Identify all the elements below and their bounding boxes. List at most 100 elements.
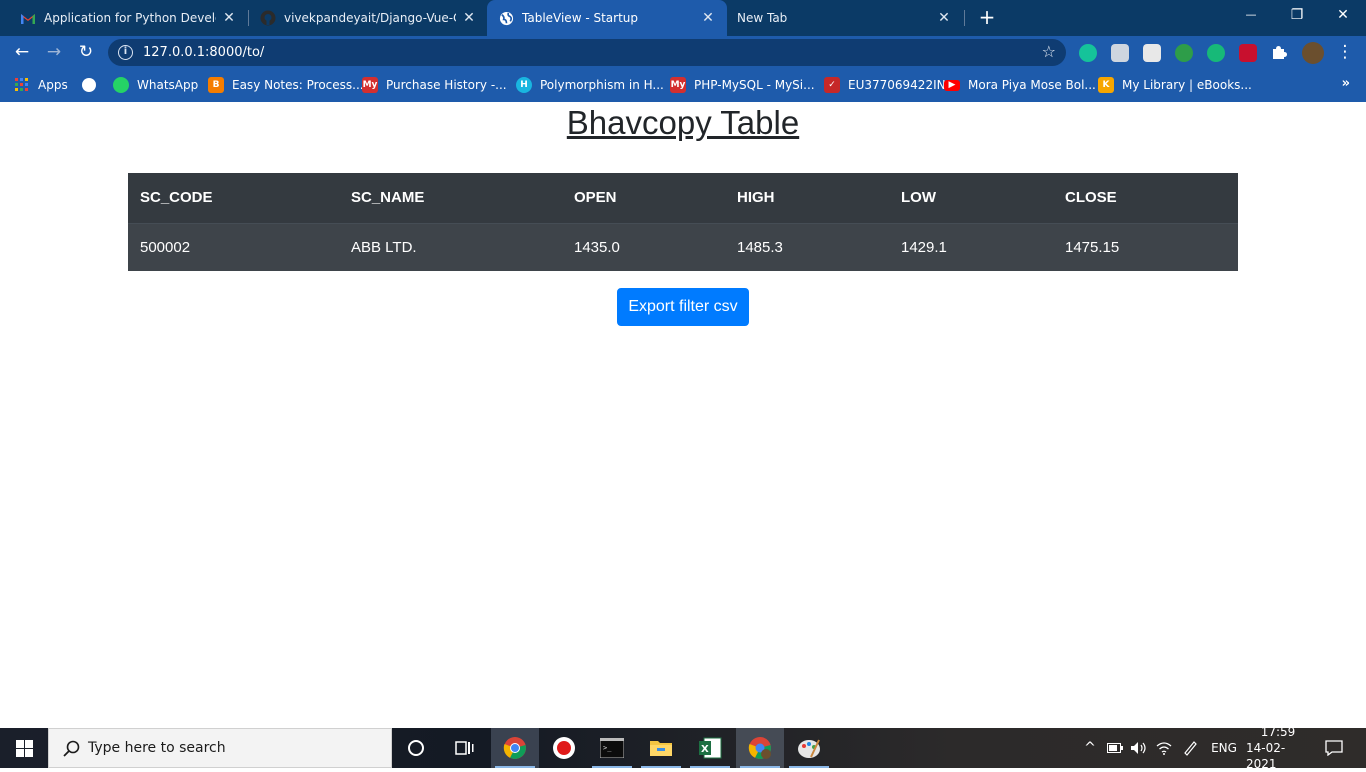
adobe-acrobat-icon[interactable]	[1239, 44, 1257, 62]
forward-button[interactable]: →	[42, 40, 66, 64]
bookmark-purchase-history[interactable]: My Purchase History -...	[362, 76, 507, 94]
volume-icon[interactable]	[1128, 728, 1150, 768]
wifi-icon[interactable]	[1153, 728, 1175, 768]
youtube-icon: ▶	[944, 79, 960, 91]
tab-close-icon[interactable]: ✕	[216, 10, 242, 26]
bookmark-tracking[interactable]: ✓ EU377069422IN	[824, 76, 946, 94]
grammarly-icon[interactable]	[1079, 44, 1097, 62]
bookmark-label: My Library | eBooks...	[1122, 78, 1252, 92]
svg-text:X: X	[701, 744, 709, 755]
bookmark-label: Apps	[38, 78, 68, 92]
taskbar-chrome-profile[interactable]	[736, 728, 784, 768]
terminal-icon: >_	[600, 738, 624, 758]
bookmark-label: Mora Piya Mose Bol...	[968, 78, 1096, 92]
my-icon: My	[670, 77, 686, 93]
chrome-icon	[503, 737, 526, 759]
bookmark-easy-notes[interactable]: B Easy Notes: Process...	[208, 76, 364, 94]
notification-center-button[interactable]	[1316, 728, 1352, 768]
column-header: HIGH	[725, 173, 889, 224]
new-tab-button[interactable]: +	[976, 4, 998, 30]
cortana-icon	[408, 740, 424, 756]
tab-newtab[interactable]: New Tab ✕	[727, 0, 963, 36]
column-header: LOW	[889, 173, 1053, 224]
taskbar-paint[interactable]	[785, 728, 833, 768]
restore-button[interactable]: ❐	[1274, 0, 1320, 30]
bookmark-php-mysql[interactable]: My PHP-MySQL - MySi...	[670, 76, 815, 94]
minimize-button[interactable]: —	[1228, 0, 1274, 30]
my-icon: My	[362, 77, 378, 93]
tab-github[interactable]: vivekpandeyait/Django-Vue-CSV ✕	[240, 0, 488, 36]
taskbar-terminal[interactable]: >_	[588, 728, 636, 768]
tab-title: vivekpandeyait/Django-Vue-CSV	[284, 11, 456, 25]
extension-badge-icon[interactable]	[1207, 44, 1225, 62]
notification-icon	[1325, 740, 1343, 756]
column-header: SC_CODE	[128, 173, 339, 224]
tab-tableview[interactable]: TableView - Startup ✕	[487, 0, 727, 36]
bookmark-polymorphism[interactable]: H Polymorphism in H...	[516, 76, 664, 94]
table-header-row: SC_CODE SC_NAME OPEN HIGH LOW CLOSE	[128, 173, 1238, 224]
tab-close-icon[interactable]: ✕	[931, 10, 957, 26]
pen-icon[interactable]	[1178, 728, 1202, 768]
bookmark-my-library[interactable]: K My Library | eBooks...	[1098, 76, 1252, 94]
extension-globe-icon[interactable]	[1175, 44, 1193, 62]
column-header: OPEN	[562, 173, 725, 224]
column-header: SC_NAME	[339, 173, 562, 224]
record-icon	[553, 737, 575, 759]
bookmark-star-icon[interactable]: ☆	[1042, 42, 1056, 61]
taskbar-recorder[interactable]	[540, 728, 588, 768]
bookmark-globe[interactable]	[82, 76, 104, 94]
tab-close-icon[interactable]: ✕	[456, 10, 482, 26]
table-cell: 1435.0	[562, 223, 725, 271]
tab-strip: Application for Python Developer ✕ vivek…	[0, 0, 1366, 36]
excel-icon: X	[699, 737, 722, 759]
apps-grid-icon	[14, 77, 30, 93]
bookmark-label: Polymorphism in H...	[540, 78, 664, 92]
url-text[interactable]: 127.0.0.1:8000/to/	[143, 45, 264, 60]
browser-menu-icon[interactable]: ⋮	[1333, 40, 1357, 64]
task-view-button[interactable]	[440, 728, 488, 768]
extension-cube-icon[interactable]	[1111, 44, 1129, 62]
extensions-puzzle-icon[interactable]	[1271, 44, 1289, 62]
taskbar-chrome[interactable]	[491, 728, 539, 768]
bookmarks-bar: Apps WhatsApp B Easy Notes: Process... M…	[0, 68, 1366, 102]
globe-icon	[82, 78, 96, 92]
start-button[interactable]	[0, 728, 48, 768]
export-filter-csv-button[interactable]: Export filter csv	[617, 288, 749, 326]
browser-toolbar: ← → ↻ i 127.0.0.1:8000/to/ ☆ ⋮	[0, 36, 1366, 68]
bookmark-label: EU377069422IN	[848, 78, 946, 92]
tab-title: Application for Python Developer	[44, 11, 216, 25]
task-view-icon	[455, 741, 474, 755]
cortana-button[interactable]	[392, 728, 440, 768]
profile-avatar-icon[interactable]	[1302, 42, 1324, 64]
reload-button[interactable]: ↻	[74, 40, 98, 64]
window-close-button[interactable]: ✕	[1320, 0, 1366, 30]
tab-divider	[964, 10, 965, 26]
globe-icon	[498, 10, 514, 26]
clock-time: 17:59	[1260, 725, 1296, 739]
bhavcopy-table: SC_CODE SC_NAME OPEN HIGH LOW CLOSE 5000…	[128, 173, 1238, 271]
bookmark-label: Easy Notes: Process...	[232, 78, 364, 92]
battery-icon[interactable]	[1104, 728, 1126, 768]
address-bar[interactable]: i 127.0.0.1:8000/to/ ☆	[108, 39, 1066, 66]
clock-date: 14-02-2021	[1246, 741, 1286, 771]
whatsapp-icon	[113, 77, 129, 93]
taskbar-file-explorer[interactable]	[637, 728, 685, 768]
language-indicator[interactable]: ENG	[1206, 728, 1242, 768]
blogger-icon: B	[208, 77, 224, 93]
bookmark-youtube[interactable]: ▶ Mora Piya Mose Bol...	[944, 76, 1096, 94]
tray-overflow-icon[interactable]: ^	[1080, 728, 1100, 768]
extension-printer-icon[interactable]	[1143, 44, 1161, 62]
tab-title: New Tab	[737, 11, 788, 25]
bookmark-whatsapp[interactable]: WhatsApp	[113, 76, 198, 94]
bookmark-apps[interactable]: Apps	[14, 76, 68, 94]
tab-gmail[interactable]: Application for Python Developer ✕	[0, 0, 248, 36]
site-info-icon[interactable]: i	[118, 45, 133, 60]
bookmarks-overflow-icon[interactable]: »	[1342, 76, 1350, 91]
table-cell: 1485.3	[725, 223, 889, 271]
back-button[interactable]: ←	[10, 40, 34, 64]
bookmark-label: Purchase History -...	[386, 78, 507, 92]
taskbar-search-box[interactable]: Type here to search	[48, 728, 392, 768]
taskbar-excel[interactable]: X	[686, 728, 734, 768]
clock[interactable]: 17:59 14-02-2021	[1246, 725, 1310, 771]
tab-close-icon[interactable]: ✕	[695, 10, 721, 26]
